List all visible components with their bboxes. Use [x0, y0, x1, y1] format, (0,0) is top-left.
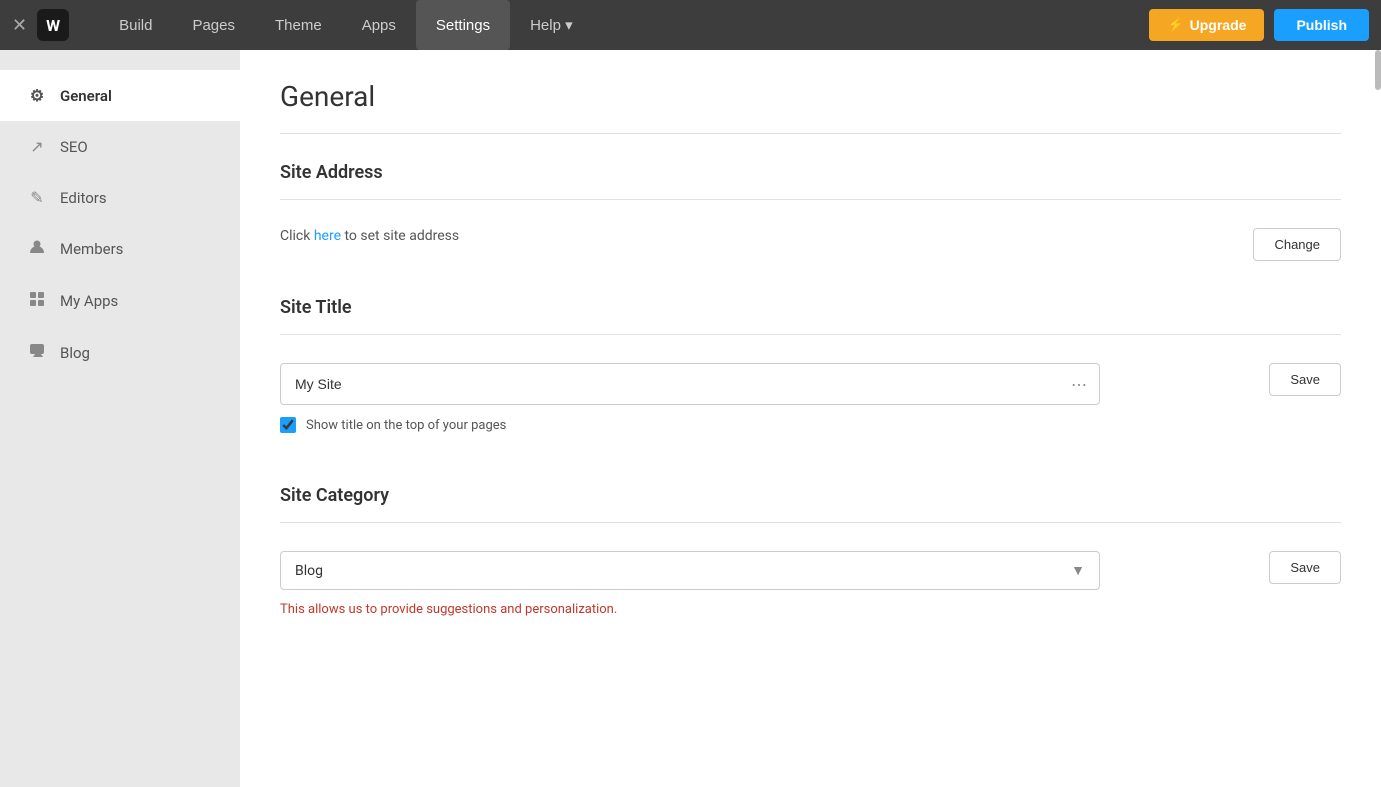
pencil-icon: ✎ [28, 188, 46, 207]
site-title-section: Site Title ⋯ Show title on the top of yo… [280, 297, 1341, 449]
site-title-divider [280, 334, 1341, 335]
upgrade-button[interactable]: ⚡ Upgrade [1149, 9, 1264, 41]
site-category-left: Blog ▼ This allows us to provide suggest… [280, 551, 1249, 617]
nav-pages[interactable]: Pages [172, 0, 255, 50]
sidebar-item-general[interactable]: ⚙ General [0, 70, 240, 121]
site-title-input-wrapper: ⋯ [280, 363, 1100, 405]
site-address-divider [280, 199, 1341, 200]
gear-icon: ⚙ [28, 86, 46, 105]
scroll-indicator[interactable] [1375, 50, 1381, 90]
sidebar-item-my-apps[interactable]: My Apps [0, 275, 240, 327]
chat-icon [28, 343, 46, 363]
title-divider [280, 133, 1341, 134]
show-title-checkbox[interactable] [280, 417, 296, 433]
main-layout: ⚙ General ↗ SEO ✎ Editors Members [0, 50, 1381, 787]
site-category-heading: Site Category [280, 485, 1341, 506]
sidebar-label-my-apps: My Apps [60, 292, 118, 310]
nav-links: Build Pages Theme Apps Settings Help ▾ [99, 0, 1149, 50]
site-address-row: Click here to set site address Change [280, 228, 1341, 261]
logo: W [37, 9, 69, 41]
person-icon [28, 239, 46, 259]
site-title-input[interactable] [281, 364, 1059, 404]
sidebar-label-blog: Blog [60, 344, 90, 362]
show-title-checkbox-row: Show title on the top of your pages [280, 417, 1249, 433]
sidebar-label-seo: SEO [60, 138, 88, 156]
site-category-value: Blog [295, 563, 323, 579]
input-options-icon: ⋯ [1059, 375, 1099, 394]
sidebar-label-editors: Editors [60, 189, 107, 207]
site-address-section: Site Address Click here to set site addr… [280, 162, 1341, 261]
main-content: General Site Address Click here to set s… [240, 50, 1381, 787]
site-address-text: Click here to set site address [280, 228, 1233, 244]
page-title: General [280, 80, 1341, 113]
sidebar: ⚙ General ↗ SEO ✎ Editors Members [0, 50, 240, 787]
site-title-left: ⋯ Show title on the top of your pages [280, 363, 1249, 449]
trending-icon: ↗ [28, 137, 46, 156]
logo-letter: W [46, 16, 60, 35]
nav-help[interactable]: Help ▾ [510, 0, 593, 50]
site-title-save-button[interactable]: Save [1269, 363, 1341, 396]
top-navigation: ✕ W Build Pages Theme Apps Settings Help… [0, 0, 1381, 50]
site-address-link[interactable]: here [314, 228, 341, 244]
site-address-right: Change [1253, 228, 1341, 261]
site-title-heading: Site Title [280, 297, 1341, 318]
nav-build[interactable]: Build [99, 0, 172, 50]
nav-theme[interactable]: Theme [255, 0, 342, 50]
sidebar-item-seo[interactable]: ↗ SEO [0, 121, 240, 172]
sidebar-label-general: General [60, 87, 112, 105]
nav-apps[interactable]: Apps [342, 0, 416, 50]
site-category-save-button[interactable]: Save [1269, 551, 1341, 584]
site-category-row: Blog ▼ This allows us to provide suggest… [280, 551, 1341, 617]
site-title-right: Save [1269, 363, 1341, 396]
sidebar-label-members: Members [60, 240, 123, 258]
apps-icon [28, 291, 46, 311]
site-category-divider [280, 522, 1341, 523]
site-address-title: Site Address [280, 162, 1341, 183]
site-category-section: Site Category Blog ▼ This allows us to p… [280, 485, 1341, 617]
show-title-label: Show title on the top of your pages [306, 418, 506, 433]
site-address-left: Click here to set site address [280, 228, 1233, 244]
close-button[interactable]: ✕ [12, 15, 27, 36]
sidebar-item-members[interactable]: Members [0, 223, 240, 275]
site-category-select[interactable]: Blog ▼ [280, 551, 1100, 590]
publish-button[interactable]: Publish [1274, 9, 1369, 41]
chevron-down-icon: ▼ [1071, 562, 1085, 579]
topnav-actions: ⚡ Upgrade Publish [1149, 9, 1369, 41]
site-category-right: Save [1269, 551, 1341, 584]
lightning-icon: ⚡ [1167, 17, 1183, 33]
site-title-row: ⋯ Show title on the top of your pages Sa… [280, 363, 1341, 449]
category-hint: This allows us to provide suggestions an… [280, 602, 1249, 617]
sidebar-item-editors[interactable]: ✎ Editors [0, 172, 240, 223]
change-button[interactable]: Change [1253, 228, 1341, 261]
sidebar-item-blog[interactable]: Blog [0, 327, 240, 379]
nav-settings[interactable]: Settings [416, 0, 510, 50]
